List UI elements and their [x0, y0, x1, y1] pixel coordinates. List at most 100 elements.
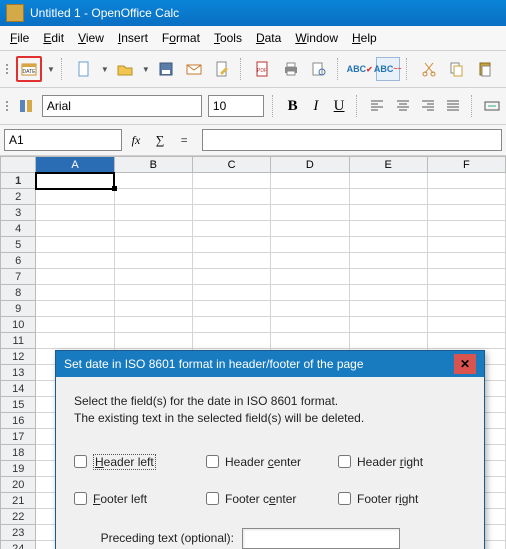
iso-date-extension-icon[interactable]: DATE [16, 56, 42, 82]
equals-icon[interactable]: = [174, 130, 194, 150]
cell[interactable] [427, 285, 505, 301]
column-header[interactable]: F [427, 157, 505, 173]
cell[interactable] [192, 269, 270, 285]
cell[interactable] [36, 333, 114, 349]
row-header[interactable]: 14 [1, 381, 36, 397]
row-header[interactable]: 16 [1, 413, 36, 429]
edit-document-icon[interactable] [210, 57, 234, 81]
cell[interactable] [427, 189, 505, 205]
cell[interactable] [349, 333, 427, 349]
cell[interactable] [427, 173, 505, 189]
cell[interactable] [271, 205, 349, 221]
cell[interactable] [271, 221, 349, 237]
cut-icon[interactable] [417, 57, 441, 81]
row-header[interactable]: 13 [1, 365, 36, 381]
row-header[interactable]: 12 [1, 349, 36, 365]
cell[interactable] [271, 269, 349, 285]
cell[interactable] [349, 205, 427, 221]
cell[interactable] [114, 333, 192, 349]
print-icon[interactable] [279, 57, 303, 81]
italic-button[interactable]: I [307, 95, 324, 117]
spellcheck-icon[interactable]: ABC✔ [348, 57, 372, 81]
column-header[interactable]: B [114, 157, 192, 173]
cell[interactable] [271, 333, 349, 349]
menu-insert[interactable]: Insert [112, 29, 154, 47]
menu-edit[interactable]: Edit [37, 29, 70, 47]
styles-icon[interactable] [17, 94, 36, 118]
cell[interactable] [192, 237, 270, 253]
email-icon[interactable] [182, 57, 206, 81]
cell[interactable] [36, 205, 114, 221]
cell[interactable] [114, 173, 192, 189]
dropdown-arrow-icon[interactable]: ▼ [101, 65, 109, 74]
row-header[interactable]: 7 [1, 269, 36, 285]
merge-cells-icon[interactable] [483, 94, 502, 118]
cell[interactable] [114, 301, 192, 317]
cell[interactable] [114, 253, 192, 269]
column-header[interactable]: A [36, 157, 114, 173]
menu-window[interactable]: Window [289, 29, 344, 47]
row-header[interactable]: 17 [1, 429, 36, 445]
cell[interactable] [192, 317, 270, 333]
row-header[interactable]: 1 [1, 173, 36, 189]
preceding-text-input[interactable] [242, 528, 400, 549]
footer-center-checkbox[interactable]: Footer center [206, 492, 334, 506]
toolbar-grip[interactable] [4, 95, 9, 117]
cell[interactable] [36, 269, 114, 285]
row-header[interactable]: 8 [1, 285, 36, 301]
menu-help[interactable]: Help [346, 29, 383, 47]
align-left-icon[interactable] [368, 94, 387, 118]
cell[interactable] [114, 237, 192, 253]
font-size-input[interactable] [208, 95, 264, 117]
align-right-icon[interactable] [418, 94, 437, 118]
row-header[interactable]: 5 [1, 237, 36, 253]
cell[interactable] [427, 317, 505, 333]
cell[interactable] [36, 301, 114, 317]
cell[interactable] [271, 285, 349, 301]
toolbar-grip[interactable] [4, 58, 10, 80]
cell[interactable] [271, 301, 349, 317]
row-header[interactable]: 6 [1, 253, 36, 269]
row-header[interactable]: 23 [1, 525, 36, 541]
menu-file[interactable]: File [4, 29, 35, 47]
print-preview-icon[interactable] [307, 57, 331, 81]
align-center-icon[interactable] [393, 94, 412, 118]
cell[interactable] [427, 205, 505, 221]
cell[interactable] [427, 333, 505, 349]
select-all-corner[interactable] [1, 157, 36, 173]
cell[interactable] [192, 173, 270, 189]
cell[interactable] [271, 237, 349, 253]
header-center-checkbox[interactable]: Header center [206, 454, 334, 470]
cell[interactable] [349, 301, 427, 317]
row-header[interactable]: 20 [1, 477, 36, 493]
cell[interactable] [192, 333, 270, 349]
cell[interactable] [427, 269, 505, 285]
column-header[interactable]: C [192, 157, 270, 173]
footer-right-checkbox[interactable]: Footer right [338, 492, 466, 506]
cell[interactable] [349, 269, 427, 285]
row-header[interactable]: 2 [1, 189, 36, 205]
underline-button[interactable]: U [330, 95, 347, 117]
cell[interactable] [349, 285, 427, 301]
cell[interactable] [192, 301, 270, 317]
dropdown-arrow-icon[interactable]: ▼ [47, 65, 55, 74]
row-header[interactable]: 22 [1, 509, 36, 525]
auto-spellcheck-icon[interactable]: ABC~~ [376, 57, 400, 81]
cell[interactable] [192, 253, 270, 269]
dropdown-arrow-icon[interactable]: ▼ [142, 65, 150, 74]
sum-icon[interactable]: ∑ [150, 130, 170, 150]
formula-input[interactable] [202, 129, 502, 151]
function-wizard-icon[interactable]: fx [126, 130, 146, 150]
cell[interactable] [349, 253, 427, 269]
cell[interactable] [349, 189, 427, 205]
row-header[interactable]: 24 [1, 541, 36, 549]
dialog-titlebar[interactable]: Set date in ISO 8601 format in header/fo… [56, 351, 484, 377]
row-header[interactable]: 18 [1, 445, 36, 461]
menu-tools[interactable]: Tools [208, 29, 248, 47]
cell[interactable] [36, 253, 114, 269]
cell[interactable] [271, 317, 349, 333]
cell[interactable] [36, 237, 114, 253]
cell[interactable] [114, 269, 192, 285]
cell[interactable] [271, 253, 349, 269]
row-header[interactable]: 3 [1, 205, 36, 221]
